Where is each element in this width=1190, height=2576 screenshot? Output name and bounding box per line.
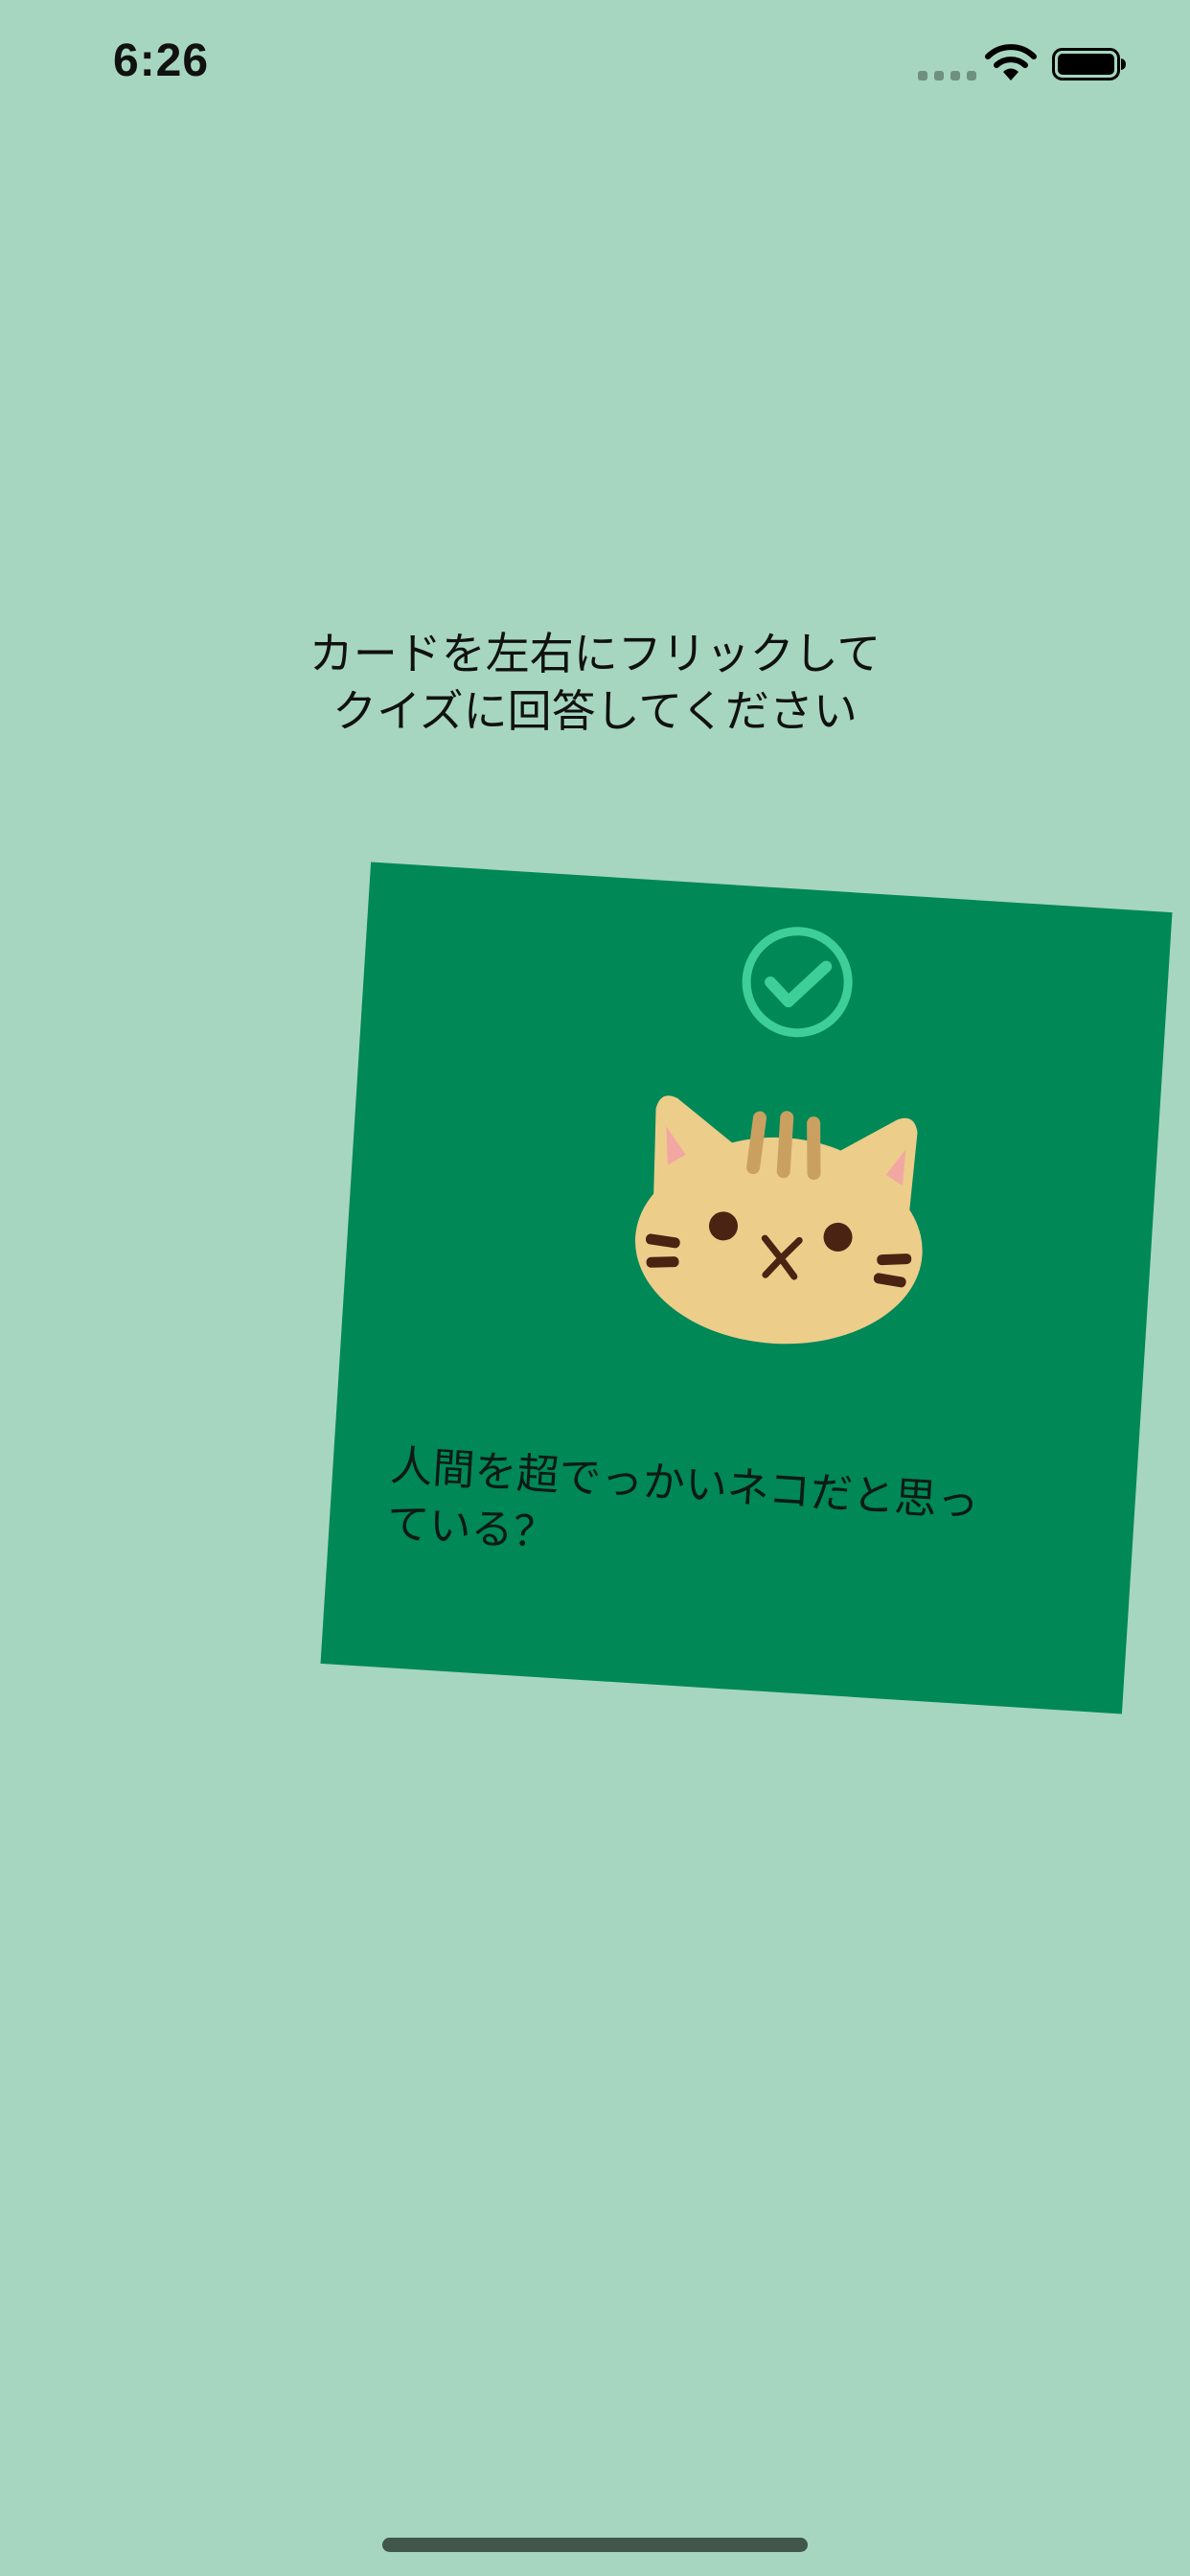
battery-icon [1052,48,1126,80]
question-text: 人間を超でっかいネコだと思っ ている？ [385,1438,1100,1597]
wifi-icon [985,44,1037,80]
signal-icon [918,71,976,80]
cat-face-icon [634,1095,923,1345]
instruction-text: カードを左右にフリックして クイズに回答してください [212,625,978,740]
quiz-card[interactable]: 人間を超でっかいネコだと思っ ている？ [320,862,1173,1714]
instruction-line-2: クイズに回答してください [332,685,858,737]
status-bar: 6:26 [0,0,1190,125]
home-indicator[interactable] [382,2538,808,2552]
status-time: 6:26 [113,35,210,86]
check-circle-icon [742,927,853,1038]
instruction-line-1: カードを左右にフリックして [309,628,881,679]
